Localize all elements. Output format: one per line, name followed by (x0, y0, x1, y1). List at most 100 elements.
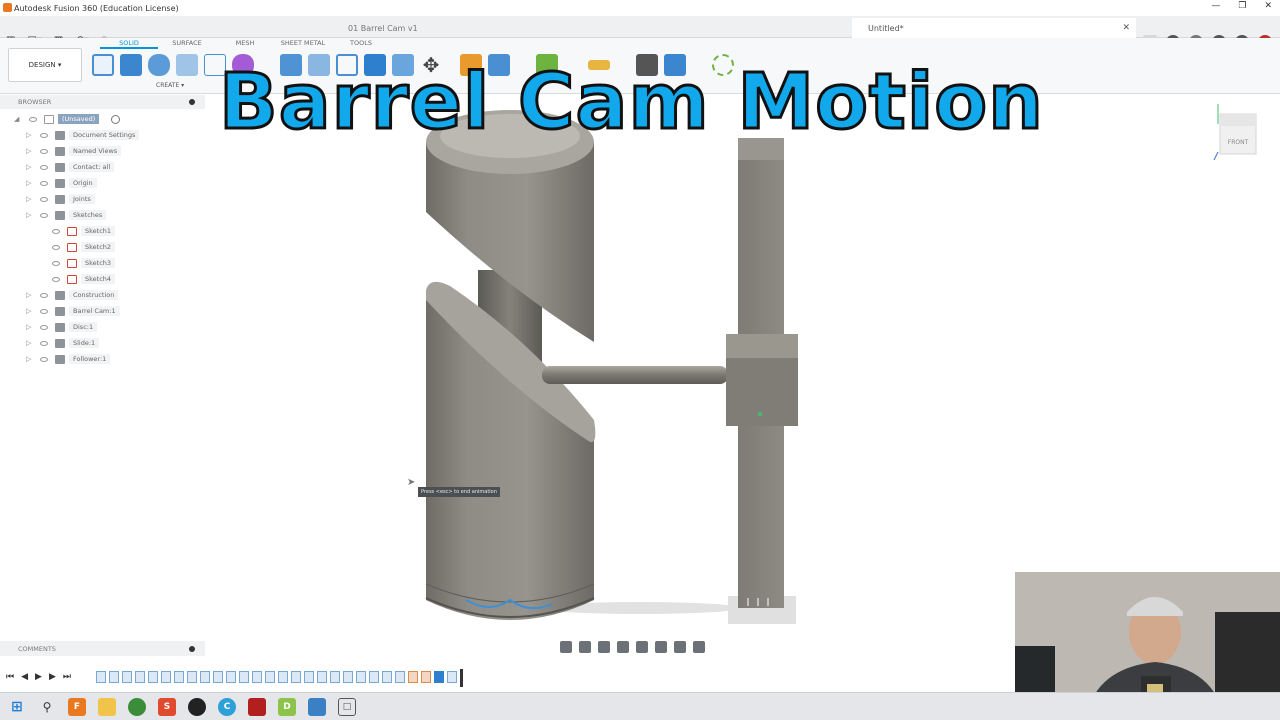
timeline-feature[interactable] (395, 671, 405, 683)
visibility-eye-icon[interactable] (29, 116, 37, 122)
timeline-feature[interactable] (447, 671, 457, 683)
restore-icon[interactable]: ❐ (1238, 1, 1246, 11)
fit-icon[interactable] (636, 641, 648, 653)
browser-item[interactable]: ▷ Origin (0, 175, 205, 191)
collapse-triangle-icon[interactable]: ◢ (14, 115, 19, 123)
windows-icon[interactable]: ⊞ (8, 698, 26, 716)
browser-item[interactable]: Sketch4 (0, 271, 205, 287)
browser-item[interactable]: ▷ Named Views (0, 143, 205, 159)
close-tab-icon[interactable]: ✕ (1122, 23, 1130, 33)
visibility-eye-icon[interactable] (40, 212, 48, 218)
timeline-feature[interactable] (239, 671, 249, 683)
timeline-marker[interactable] (460, 669, 463, 687)
expand-triangle-icon[interactable]: ▷ (26, 195, 31, 203)
revolve-icon[interactable] (148, 54, 170, 76)
browser-item[interactable]: Sketch3 (0, 255, 205, 271)
obs-icon[interactable] (188, 698, 206, 716)
browser-item[interactable]: ▷ Joints (0, 191, 205, 207)
timeline-feature[interactable] (434, 671, 444, 683)
visibility-eye-icon[interactable] (52, 260, 60, 266)
snagit-icon[interactable]: S (158, 698, 176, 716)
browser-item[interactable]: ▷ Follower:1 (0, 351, 205, 367)
timeline-feature[interactable] (213, 671, 223, 683)
expand-triangle-icon[interactable]: ▷ (26, 323, 31, 331)
extrude-icon[interactable] (120, 54, 142, 76)
visibility-eye-icon[interactable] (52, 244, 60, 250)
expand-triangle-icon[interactable]: ▷ (26, 307, 31, 315)
go-to-end-icon[interactable]: ⏭ (63, 672, 71, 682)
search-icon[interactable]: ⚲ (38, 698, 56, 716)
visibility-eye-icon[interactable] (40, 164, 48, 170)
step-back-icon[interactable]: ◀ (21, 672, 28, 682)
visibility-eye-icon[interactable] (40, 148, 48, 154)
timeline-feature[interactable] (200, 671, 210, 683)
tab-sheet-metal[interactable]: SHEET METAL (274, 39, 332, 49)
viewport[interactable] (205, 95, 1015, 665)
visibility-eye-icon[interactable] (52, 228, 60, 234)
fusion-taskbar-icon[interactable]: F (68, 698, 86, 716)
pin-icon[interactable] (189, 646, 195, 652)
browser-item[interactable]: Sketch1 (0, 223, 205, 239)
timeline-feature[interactable] (252, 671, 262, 683)
timeline-feature[interactable] (109, 671, 119, 683)
timeline-feature[interactable] (343, 671, 353, 683)
timeline-feature[interactable] (304, 671, 314, 683)
comments-panel[interactable]: COMMENTS (0, 641, 205, 656)
browser-header[interactable]: BROWSER (0, 95, 205, 109)
timeline-feature[interactable] (421, 671, 431, 683)
orbit-icon[interactable] (560, 641, 572, 653)
timeline-feature[interactable] (291, 671, 301, 683)
chat-icon[interactable]: □ (338, 698, 356, 716)
browser-item[interactable]: Sketch2 (0, 239, 205, 255)
sweep-icon[interactable] (176, 54, 198, 76)
expand-triangle-icon[interactable]: ▷ (26, 147, 31, 155)
timeline-feature[interactable] (148, 671, 158, 683)
look-at-icon[interactable] (579, 641, 591, 653)
cortana-icon[interactable]: C (218, 698, 236, 716)
tab-solid[interactable]: SOLID (100, 39, 158, 49)
browser-item[interactable]: ▷ Barrel Cam:1 (0, 303, 205, 319)
tab-mesh[interactable]: MESH (216, 39, 274, 49)
timeline-feature[interactable] (135, 671, 145, 683)
app-image-icon[interactable] (308, 698, 326, 716)
expand-triangle-icon[interactable]: ▷ (26, 291, 31, 299)
browser-root[interactable]: ◢ (Unsaved) (0, 111, 205, 127)
app-d-icon[interactable]: D (278, 698, 296, 716)
go-to-start-icon[interactable]: ⏮ (6, 672, 14, 682)
timeline-feature[interactable] (278, 671, 288, 683)
close-icon[interactable]: ✕ (1264, 1, 1272, 11)
visibility-eye-icon[interactable] (40, 180, 48, 186)
visibility-eye-icon[interactable] (52, 276, 60, 282)
create-menu-label[interactable]: CREATE ▾ (156, 82, 184, 89)
tab-surface[interactable]: SURFACE (158, 39, 216, 49)
expand-triangle-icon[interactable]: ▷ (26, 163, 31, 171)
visibility-eye-icon[interactable] (40, 356, 48, 362)
browser-item[interactable]: ▷ Sketches (0, 207, 205, 223)
timeline-feature[interactable] (369, 671, 379, 683)
timeline-feature[interactable] (161, 671, 171, 683)
timeline-feature[interactable] (382, 671, 392, 683)
viewports-icon[interactable] (693, 641, 705, 653)
viewcube[interactable]: FRONT (1212, 102, 1262, 162)
timeline-feature[interactable] (330, 671, 340, 683)
timeline-feature[interactable] (226, 671, 236, 683)
expand-triangle-icon[interactable]: ▷ (26, 131, 31, 139)
browser-item[interactable]: ▷ Disc:1 (0, 319, 205, 335)
pin-icon[interactable] (189, 99, 195, 105)
grid-settings-icon[interactable] (674, 641, 686, 653)
timeline-feature[interactable] (174, 671, 184, 683)
display-settings-icon[interactable] (655, 641, 667, 653)
step-forward-icon[interactable]: ▶ (49, 672, 56, 682)
visibility-eye-icon[interactable] (40, 132, 48, 138)
create-sketch-icon[interactable] (92, 54, 114, 76)
visibility-eye-icon[interactable] (40, 324, 48, 330)
pan-icon[interactable] (598, 641, 610, 653)
zoom-icon[interactable] (617, 641, 629, 653)
expand-triangle-icon[interactable]: ▷ (26, 179, 31, 187)
play-icon[interactable]: ▶ (35, 672, 42, 682)
minimize-icon[interactable]: — (1211, 1, 1220, 11)
browser-item[interactable]: ▷ Contact: all (0, 159, 205, 175)
timeline-feature[interactable] (187, 671, 197, 683)
expand-triangle-icon[interactable]: ▷ (26, 355, 31, 363)
timeline-feature[interactable] (122, 671, 132, 683)
